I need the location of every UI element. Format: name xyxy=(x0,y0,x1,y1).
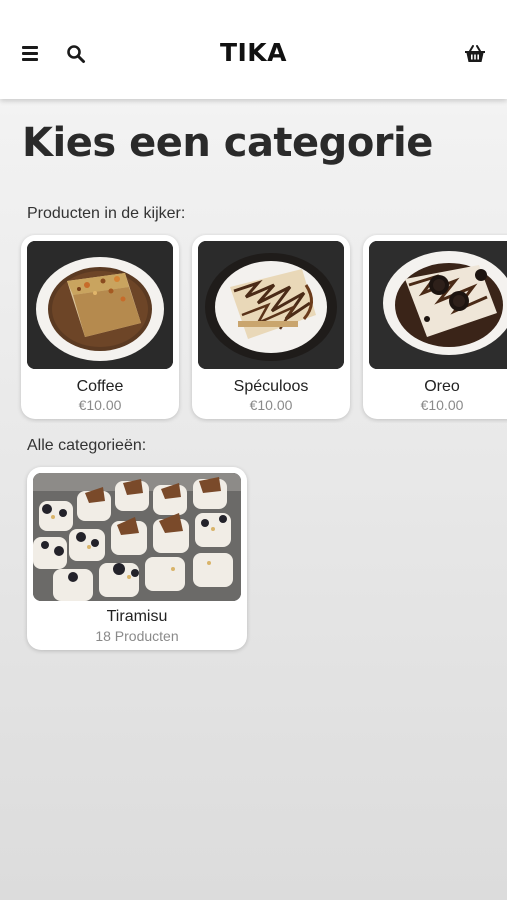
product-price: €10.00 xyxy=(420,397,464,413)
product-image-oreo xyxy=(369,241,507,369)
app-header: TIKA xyxy=(0,0,507,99)
category-image-tiramisu xyxy=(33,473,241,601)
product-price: €10.00 xyxy=(78,397,122,413)
featured-products-carousel[interactable]: Coffee €10.00 Spéculoos €10.00 Oreo €10.… xyxy=(0,233,507,423)
category-card-tiramisu[interactable]: Tiramisu 18 Producten xyxy=(27,467,247,650)
brand-logo[interactable]: TIKA xyxy=(0,38,507,67)
product-card-oreo[interactable]: Oreo €10.00 xyxy=(363,235,507,419)
product-image-coffee xyxy=(27,241,173,369)
product-name: Oreo xyxy=(424,378,460,395)
product-card-coffee[interactable]: Coffee €10.00 xyxy=(21,235,179,419)
category-product-count: 18 Producten xyxy=(95,628,179,644)
category-name: Tiramisu xyxy=(106,608,168,625)
page-title: Kies een categorie xyxy=(22,120,433,166)
categories-section-label: Alle categorieën: xyxy=(27,437,147,454)
featured-section-label: Producten in de kijker: xyxy=(27,205,186,222)
product-name: Coffee xyxy=(76,378,124,395)
product-image-speculoos xyxy=(198,241,344,369)
product-price: €10.00 xyxy=(249,397,293,413)
product-card-speculoos[interactable]: Spéculoos €10.00 xyxy=(192,235,350,419)
product-name: Spéculoos xyxy=(233,378,309,395)
basket-icon[interactable] xyxy=(464,44,486,64)
